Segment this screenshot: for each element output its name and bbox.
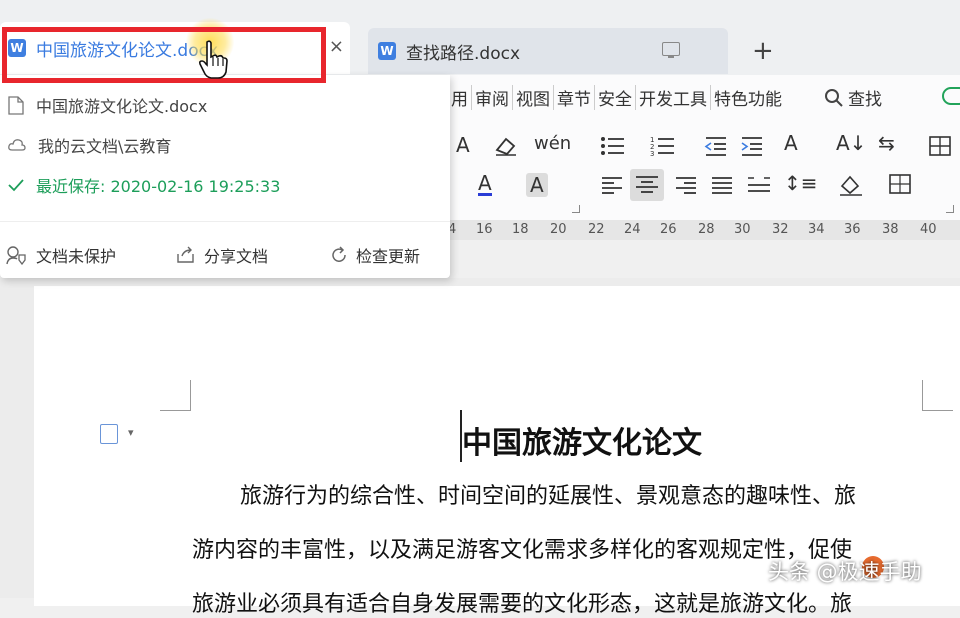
- font-color-icon[interactable]: A: [478, 173, 492, 196]
- hand-pointer-icon: [198, 40, 228, 79]
- menu-item-features[interactable]: 特色功能: [711, 85, 785, 110]
- tab-find-path-document[interactable]: W 查找路径.docx: [368, 28, 728, 74]
- tab-label: 查找路径.docx: [406, 43, 521, 64]
- ruler-mark: 34: [808, 222, 825, 237]
- paragraph-line: 旅游行为的综合性、时间空间的延展性、景观意态的趣味性、旅: [240, 484, 857, 509]
- action-label: 检查更新: [356, 247, 421, 266]
- distribute-icon[interactable]: [746, 175, 772, 195]
- paragraph-line: 游内容的丰富性，以及满足游客文化需求多样化的客观规定性，促使: [192, 538, 853, 563]
- action-label: 文档未保护: [36, 247, 117, 266]
- align-right-icon[interactable]: [674, 175, 698, 195]
- ruler-mark: 38: [882, 222, 899, 237]
- search-label: 查找: [848, 90, 882, 110]
- ruler-mark: 32: [772, 222, 789, 237]
- close-icon[interactable]: ×: [329, 36, 344, 57]
- cloud-path: 我的云文档\云教育: [38, 137, 172, 156]
- save-status-row: 最近保存: 2020-02-16 19:25:33: [8, 173, 280, 197]
- ruler-mark: 24: [624, 222, 641, 237]
- margin-corner-mark: [922, 380, 953, 411]
- align-left-icon[interactable]: [600, 175, 624, 195]
- eraser-icon[interactable]: [494, 135, 518, 157]
- ruler-mark: 40: [920, 222, 937, 237]
- bullet-list-icon[interactable]: [600, 135, 626, 157]
- checkmark-icon: [8, 179, 24, 192]
- document-title: 中国旅游文化论文: [462, 426, 702, 461]
- action-label: 分享文档: [204, 247, 269, 266]
- menu-item-view[interactable]: 视图: [513, 85, 554, 110]
- ruler-mark: 30: [734, 222, 751, 237]
- ruler-mark: 36: [844, 222, 861, 237]
- document-unprotected-button[interactable]: 文档未保护: [6, 243, 116, 267]
- phonetic-icon[interactable]: wén: [534, 133, 571, 154]
- check-update-button[interactable]: 检查更新: [330, 243, 420, 267]
- tab-bar: W 中国旅游文化论文.docx × W 查找路径.docx +: [0, 0, 960, 75]
- highlight-text-icon[interactable]: A: [526, 173, 548, 197]
- writer-doc-icon: W: [8, 39, 26, 57]
- ruler-mark: 26: [660, 222, 677, 237]
- border-icon[interactable]: [888, 173, 912, 195]
- cloud-path-row[interactable]: 我的云文档\云教育: [8, 133, 171, 157]
- chevron-down-icon[interactable]: ▾: [128, 426, 134, 439]
- add-tab-button[interactable]: +: [752, 36, 774, 66]
- ruler-mark: 22: [588, 222, 605, 237]
- shading-icon[interactable]: [838, 173, 864, 197]
- sort-icon[interactable]: A↓: [836, 131, 866, 155]
- writer-doc-icon: W: [378, 42, 396, 60]
- shield-icon: [6, 246, 26, 265]
- file-name: 中国旅游文化论文.docx: [36, 97, 208, 116]
- share-icon: [177, 246, 194, 263]
- menu-item-developer[interactable]: 开发工具: [636, 85, 711, 110]
- ruler-mark: 28: [698, 222, 715, 237]
- search-menu[interactable]: 查找: [824, 85, 882, 110]
- numbered-list-icon[interactable]: 123: [650, 135, 676, 157]
- align-center-button[interactable]: [630, 169, 664, 201]
- divider: [0, 221, 450, 222]
- paragraph-dialog-launcher-icon[interactable]: [946, 205, 954, 213]
- menu-bar: 用 审阅 视图 章节 安全 开发工具 特色功能: [448, 85, 785, 110]
- paragraph-line: 旅游业必须具有适合自身发展需要的文化形态，这就是旅游文化。旅: [192, 592, 853, 617]
- document-outline-icon[interactable]: [100, 424, 118, 444]
- text-direction-icon[interactable]: A: [784, 131, 798, 155]
- line-spacing-adjust-icon[interactable]: ⇆: [878, 131, 895, 155]
- ruler-mark: 20: [550, 222, 567, 237]
- refresh-icon: [332, 246, 346, 262]
- document-info-dropdown: 中国旅游文化论文.docx 我的云文档\云教育 最近保存: 2020-02-16…: [0, 75, 450, 278]
- file-icon: [8, 95, 24, 115]
- menu-item-partial[interactable]: 用: [448, 85, 472, 110]
- align-center-icon: [636, 176, 658, 193]
- save-status: 最近保存: 2020-02-16 19:25:33: [36, 177, 281, 196]
- increase-indent-icon[interactable]: [740, 135, 764, 157]
- horizontal-ruler[interactable]: 4 16 18 20 22 24 26 28 30 32 34 36 38 40: [448, 220, 960, 240]
- font-dialog-launcher-icon[interactable]: [572, 205, 580, 213]
- share-document-button[interactable]: 分享文档: [176, 243, 268, 267]
- svg-text:3: 3: [650, 150, 654, 157]
- font-size-icon[interactable]: A: [456, 133, 470, 157]
- line-spacing-icon[interactable]: ↕≡: [784, 171, 818, 195]
- cloud-sync-icon[interactable]: [942, 87, 960, 105]
- ruler-mark: 16: [476, 222, 493, 237]
- decrease-indent-icon[interactable]: [704, 135, 728, 157]
- menu-item-review[interactable]: 审阅: [472, 85, 513, 110]
- cloud-icon: [8, 139, 26, 151]
- monitor-icon[interactable]: [662, 42, 680, 58]
- ruler-mark: 18: [512, 222, 529, 237]
- watermark: 头条 @极速手助: [768, 560, 922, 584]
- justify-icon[interactable]: [710, 175, 734, 195]
- search-icon: [825, 88, 843, 107]
- menu-item-chapter[interactable]: 章节: [554, 85, 595, 110]
- file-name-row: 中国旅游文化论文.docx: [8, 93, 207, 117]
- menu-item-security[interactable]: 安全: [595, 85, 636, 110]
- tab-current-document[interactable]: W 中国旅游文化论文.docx ×: [0, 22, 350, 74]
- table-icon[interactable]: [928, 135, 952, 157]
- margin-corner-mark: [160, 380, 191, 411]
